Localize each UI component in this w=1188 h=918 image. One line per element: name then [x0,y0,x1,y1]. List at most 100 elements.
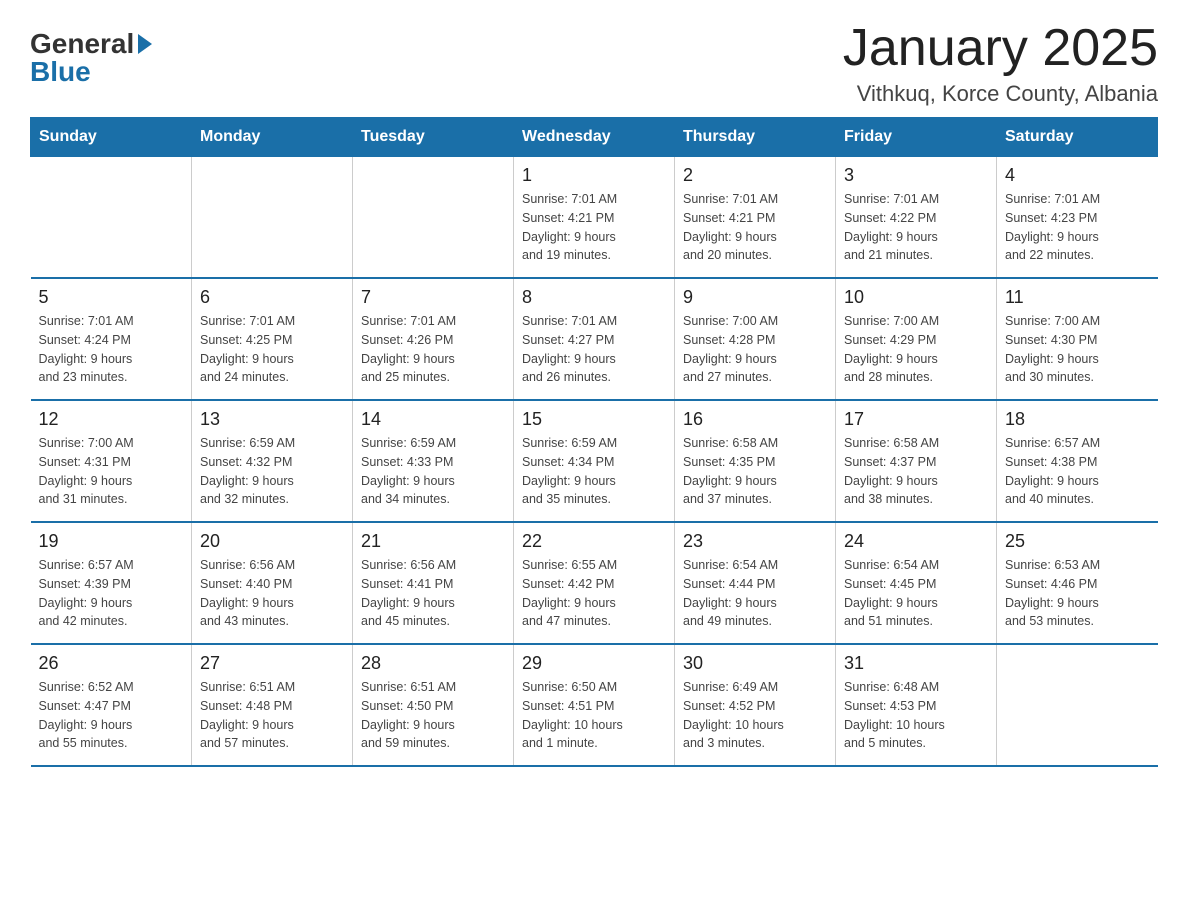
day-info: Sunrise: 6:57 AM Sunset: 4:38 PM Dayligh… [1005,434,1150,509]
day-info: Sunrise: 6:53 AM Sunset: 4:46 PM Dayligh… [1005,556,1150,631]
day-number: 21 [361,531,505,552]
week-row-5: 26 Sunrise: 6:52 AM Sunset: 4:47 PM Dayli… [31,644,1158,766]
day-number: 15 [522,409,666,430]
calendar-cell: 21 Sunrise: 6:56 AM Sunset: 4:41 PM Dayli… [353,522,514,644]
header-cell-thursday: Thursday [675,118,836,157]
day-number: 17 [844,409,988,430]
day-info: Sunrise: 6:48 AM Sunset: 4:53 PM Dayligh… [844,678,988,753]
calendar-cell: 14 Sunrise: 6:59 AM Sunset: 4:33 PM Dayli… [353,400,514,522]
calendar-cell: 2 Sunrise: 7:01 AM Sunset: 4:21 PM Daylig… [675,157,836,279]
day-info: Sunrise: 6:56 AM Sunset: 4:40 PM Dayligh… [200,556,344,631]
week-row-2: 5Sunrise: 7:01 AM Sunset: 4:24 PM Daylig… [31,278,1158,400]
day-number: 11 [1005,287,1150,308]
day-number: 27 [200,653,344,674]
day-number: 2 [683,165,827,186]
page-header: General Blue January 2025 Vithkuq, Korce… [30,20,1158,107]
day-number: 18 [1005,409,1150,430]
day-number: 9 [683,287,827,308]
calendar-cell [353,157,514,279]
logo: General Blue [30,30,152,86]
main-title: January 2025 [843,20,1158,77]
day-info: Sunrise: 6:57 AM Sunset: 4:39 PM Dayligh… [39,556,184,631]
day-info: Sunrise: 7:01 AM Sunset: 4:21 PM Dayligh… [683,190,827,265]
calendar-body: 1Sunrise: 7:01 AM Sunset: 4:21 PM Daylig… [31,157,1158,767]
calendar-cell [31,157,192,279]
day-number: 10 [844,287,988,308]
calendar-cell [997,644,1158,766]
header-cell-sunday: Sunday [31,118,192,157]
day-info: Sunrise: 7:01 AM Sunset: 4:24 PM Dayligh… [39,312,184,387]
day-number: 28 [361,653,505,674]
day-number: 20 [200,531,344,552]
header-cell-wednesday: Wednesday [514,118,675,157]
day-info: Sunrise: 6:50 AM Sunset: 4:51 PM Dayligh… [522,678,666,753]
day-number: 14 [361,409,505,430]
logo-blue-text: Blue [30,58,91,86]
calendar-cell: 4Sunrise: 7:01 AM Sunset: 4:23 PM Daylig… [997,157,1158,279]
week-row-4: 19Sunrise: 6:57 AM Sunset: 4:39 PM Dayli… [31,522,1158,644]
week-row-1: 1Sunrise: 7:01 AM Sunset: 4:21 PM Daylig… [31,157,1158,279]
calendar-cell: 18 Sunrise: 6:57 AM Sunset: 4:38 PM Dayli… [997,400,1158,522]
day-number: 3 [844,165,988,186]
calendar-cell: 20 Sunrise: 6:56 AM Sunset: 4:40 PM Dayli… [192,522,353,644]
calendar-cell: 28 Sunrise: 6:51 AM Sunset: 4:50 PM Dayli… [353,644,514,766]
day-info: Sunrise: 6:52 AM Sunset: 4:47 PM Dayligh… [39,678,184,753]
calendar-cell [192,157,353,279]
day-number: 24 [844,531,988,552]
week-row-3: 12Sunrise: 7:00 AM Sunset: 4:31 PM Dayli… [31,400,1158,522]
calendar-cell: 5Sunrise: 7:01 AM Sunset: 4:24 PM Daylig… [31,278,192,400]
calendar-cell: 29 Sunrise: 6:50 AM Sunset: 4:51 PM Dayli… [514,644,675,766]
day-number: 12 [39,409,184,430]
day-info: Sunrise: 6:59 AM Sunset: 4:32 PM Dayligh… [200,434,344,509]
day-number: 22 [522,531,666,552]
day-info: Sunrise: 7:00 AM Sunset: 4:30 PM Dayligh… [1005,312,1150,387]
calendar-cell: 24Sunrise: 6:54 AM Sunset: 4:45 PM Dayli… [836,522,997,644]
calendar-cell: 22 Sunrise: 6:55 AM Sunset: 4:42 PM Dayli… [514,522,675,644]
header-row: SundayMondayTuesdayWednesdayThursdayFrid… [31,118,1158,157]
day-info: Sunrise: 6:54 AM Sunset: 4:44 PM Dayligh… [683,556,827,631]
calendar-cell: 13 Sunrise: 6:59 AM Sunset: 4:32 PM Dayli… [192,400,353,522]
calendar-cell: 19Sunrise: 6:57 AM Sunset: 4:39 PM Dayli… [31,522,192,644]
logo-general-text: General [30,30,134,58]
calendar-header: SundayMondayTuesdayWednesdayThursdayFrid… [31,118,1158,157]
day-number: 8 [522,287,666,308]
calendar-cell: 6 Sunrise: 7:01 AM Sunset: 4:25 PM Daylig… [192,278,353,400]
calendar-cell: 15 Sunrise: 6:59 AM Sunset: 4:34 PM Dayli… [514,400,675,522]
calendar-cell: 8Sunrise: 7:01 AM Sunset: 4:27 PM Daylig… [514,278,675,400]
day-info: Sunrise: 6:59 AM Sunset: 4:34 PM Dayligh… [522,434,666,509]
day-info: Sunrise: 7:01 AM Sunset: 4:25 PM Dayligh… [200,312,344,387]
title-block: January 2025 Vithkuq, Korce County, Alba… [843,20,1158,107]
day-number: 23 [683,531,827,552]
day-info: Sunrise: 7:00 AM Sunset: 4:28 PM Dayligh… [683,312,827,387]
day-number: 13 [200,409,344,430]
day-number: 6 [200,287,344,308]
day-info: Sunrise: 7:01 AM Sunset: 4:26 PM Dayligh… [361,312,505,387]
day-number: 26 [39,653,184,674]
calendar-cell: 25Sunrise: 6:53 AM Sunset: 4:46 PM Dayli… [997,522,1158,644]
subtitle: Vithkuq, Korce County, Albania [843,81,1158,107]
calendar-cell: 27Sunrise: 6:51 AM Sunset: 4:48 PM Dayli… [192,644,353,766]
calendar-cell: 3Sunrise: 7:01 AM Sunset: 4:22 PM Daylig… [836,157,997,279]
calendar-cell: 1Sunrise: 7:01 AM Sunset: 4:21 PM Daylig… [514,157,675,279]
day-info: Sunrise: 6:58 AM Sunset: 4:37 PM Dayligh… [844,434,988,509]
day-info: Sunrise: 7:00 AM Sunset: 4:29 PM Dayligh… [844,312,988,387]
calendar-cell: 16Sunrise: 6:58 AM Sunset: 4:35 PM Dayli… [675,400,836,522]
day-info: Sunrise: 6:55 AM Sunset: 4:42 PM Dayligh… [522,556,666,631]
calendar-cell: 26 Sunrise: 6:52 AM Sunset: 4:47 PM Dayli… [31,644,192,766]
day-number: 16 [683,409,827,430]
calendar: SundayMondayTuesdayWednesdayThursdayFrid… [30,117,1158,767]
header-cell-friday: Friday [836,118,997,157]
calendar-cell: 17 Sunrise: 6:58 AM Sunset: 4:37 PM Dayli… [836,400,997,522]
day-number: 30 [683,653,827,674]
calendar-cell: 30 Sunrise: 6:49 AM Sunset: 4:52 PM Dayli… [675,644,836,766]
calendar-cell: 23 Sunrise: 6:54 AM Sunset: 4:44 PM Dayli… [675,522,836,644]
day-info: Sunrise: 6:51 AM Sunset: 4:50 PM Dayligh… [361,678,505,753]
day-info: Sunrise: 6:49 AM Sunset: 4:52 PM Dayligh… [683,678,827,753]
day-info: Sunrise: 6:56 AM Sunset: 4:41 PM Dayligh… [361,556,505,631]
header-cell-saturday: Saturday [997,118,1158,157]
day-info: Sunrise: 6:59 AM Sunset: 4:33 PM Dayligh… [361,434,505,509]
day-info: Sunrise: 7:01 AM Sunset: 4:21 PM Dayligh… [522,190,666,265]
header-cell-monday: Monday [192,118,353,157]
day-number: 29 [522,653,666,674]
calendar-cell: 10 Sunrise: 7:00 AM Sunset: 4:29 PM Dayli… [836,278,997,400]
